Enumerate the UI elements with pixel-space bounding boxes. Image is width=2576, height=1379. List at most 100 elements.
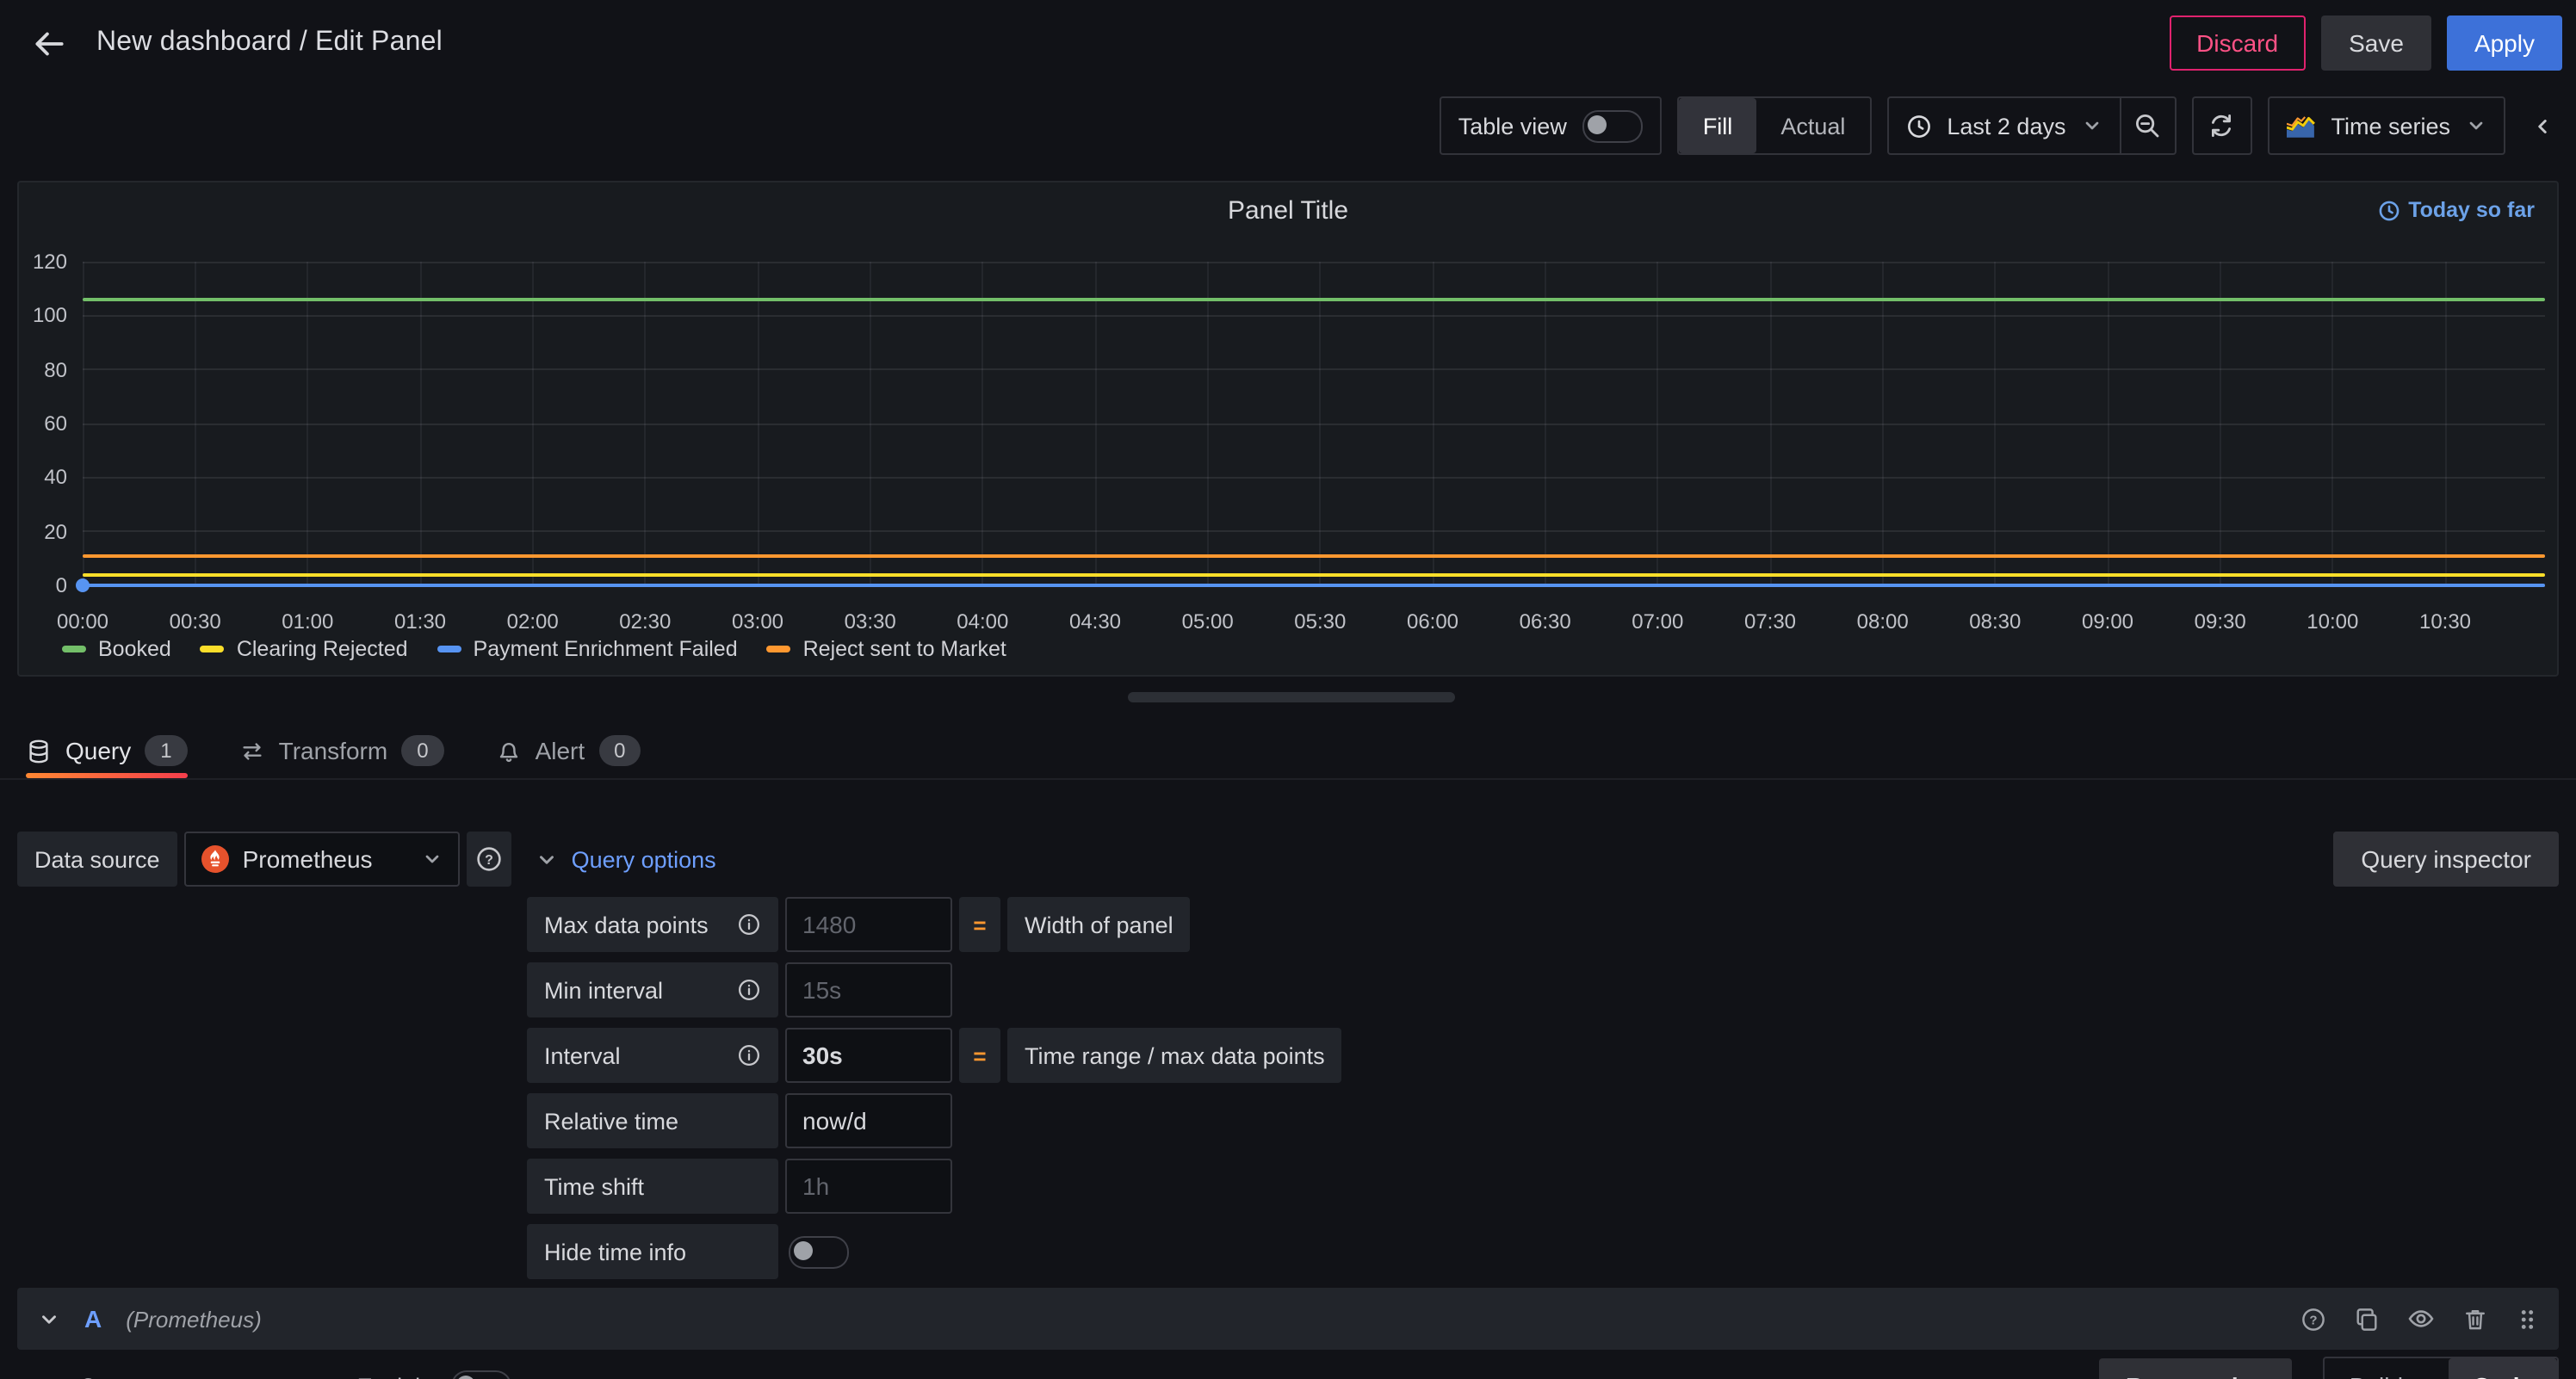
collapse-options-pane-button[interactable] bbox=[2521, 98, 2562, 153]
legend-item[interactable]: Reject sent to Market bbox=[767, 637, 1006, 661]
series-start-point bbox=[76, 578, 90, 592]
series-line-reject-sent-to-market bbox=[83, 554, 2545, 558]
chevron-down-icon[interactable] bbox=[38, 1308, 60, 1330]
chart-plot[interactable]: 02040608010012000:0000:3001:0001:3002:00… bbox=[83, 262, 2545, 585]
prometheus-logo-icon bbox=[201, 845, 229, 873]
refresh-group bbox=[2191, 96, 2251, 155]
x-axis-tick-label: 09:00 bbox=[2082, 609, 2133, 634]
x-axis-tick-label: 07:00 bbox=[1632, 609, 1683, 634]
gridline-x bbox=[195, 262, 196, 585]
tab-alert[interactable]: Alert 0 bbox=[496, 723, 641, 778]
y-axis-tick-label: 100 bbox=[33, 304, 67, 328]
x-axis-tick-label: 05:30 bbox=[1294, 609, 1346, 634]
legend-swatch-icon bbox=[62, 646, 86, 652]
time-override-link[interactable]: Today so far bbox=[2377, 198, 2535, 222]
active-tab-underline bbox=[26, 772, 188, 778]
topbar-actions: Discard Save Apply bbox=[2169, 15, 2562, 71]
data-source-value: Prometheus bbox=[243, 845, 408, 873]
interval-label-text: Interval bbox=[544, 1042, 621, 1068]
arrow-left-icon bbox=[30, 25, 66, 61]
chevron-down-icon bbox=[2466, 115, 2486, 136]
relative-time-row: Relative time bbox=[527, 1093, 1342, 1148]
legend-label: Clearing Rejected bbox=[237, 637, 408, 661]
page-title: New dashboard / Edit Panel bbox=[96, 28, 443, 59]
legend-swatch-icon bbox=[437, 646, 461, 652]
query-row-header[interactable]: A (Prometheus) ? bbox=[17, 1288, 2559, 1350]
x-axis-tick-label: 06:30 bbox=[1520, 609, 1571, 634]
gridline-y bbox=[83, 530, 2545, 532]
builder-option[interactable]: Builder bbox=[2325, 1358, 2449, 1379]
fill-option[interactable]: Fill bbox=[1679, 98, 1757, 153]
y-axis-tick-label: 120 bbox=[33, 250, 67, 274]
y-axis-tick-label: 60 bbox=[44, 411, 67, 436]
max-data-points-label-text: Max data points bbox=[544, 912, 709, 937]
code-option[interactable]: Code bbox=[2449, 1358, 2557, 1379]
time-range-button[interactable]: Last 2 days bbox=[1888, 98, 2119, 153]
interval-row: Interval = Time range / max data points bbox=[527, 1028, 1342, 1083]
zoom-out-icon bbox=[2133, 112, 2161, 139]
panel-title: Panel Title bbox=[1228, 195, 1348, 225]
time-override-label: Today so far bbox=[2408, 198, 2535, 222]
time-series-chart-icon bbox=[2286, 114, 2315, 137]
x-axis-tick-label: 06:00 bbox=[1407, 609, 1458, 634]
legend-item[interactable]: Clearing Rejected bbox=[201, 637, 408, 661]
query-inspector-button[interactable]: Query inspector bbox=[2333, 832, 2559, 887]
hide-time-info-row: Hide time info bbox=[527, 1224, 1342, 1279]
y-axis-tick-label: 0 bbox=[56, 573, 67, 597]
apply-button[interactable]: Apply bbox=[2447, 15, 2562, 71]
gridline-y bbox=[83, 261, 2545, 263]
run-queries-button[interactable]: Run queries bbox=[2098, 1358, 2293, 1379]
splitter-drag-handle[interactable] bbox=[1128, 692, 1455, 702]
query-ref-id: A bbox=[84, 1305, 102, 1333]
max-data-points-input[interactable] bbox=[785, 897, 952, 952]
x-axis-tick-label: 04:30 bbox=[1069, 609, 1121, 634]
panel-preview: Panel Title Today so far 020406080100120… bbox=[17, 181, 2559, 677]
actual-option[interactable]: Actual bbox=[1756, 98, 1869, 153]
query-patterns-button[interactable]: Query patterns bbox=[79, 1373, 275, 1379]
drag-handle-icon[interactable] bbox=[2516, 1306, 2538, 1332]
tab-alert-count: 0 bbox=[598, 735, 641, 767]
data-source-picker[interactable]: Prometheus bbox=[184, 832, 460, 887]
tab-transform[interactable]: Transform 0 bbox=[239, 723, 444, 778]
chevron-down-icon bbox=[254, 1376, 275, 1379]
info-circle-icon bbox=[737, 1043, 761, 1067]
gridline-x bbox=[2331, 262, 2333, 585]
data-source-help-button[interactable]: ? bbox=[467, 832, 511, 887]
min-interval-input[interactable] bbox=[785, 962, 952, 1017]
trash-icon[interactable] bbox=[2462, 1306, 2488, 1332]
eye-icon[interactable] bbox=[2407, 1305, 2435, 1333]
gridline-x bbox=[1882, 262, 1884, 585]
interval-input[interactable] bbox=[785, 1028, 952, 1083]
help-circle-icon[interactable]: ? bbox=[2300, 1306, 2326, 1332]
x-axis-tick-label: 05:00 bbox=[1182, 609, 1234, 634]
query-options-header[interactable]: Query options bbox=[536, 846, 716, 872]
x-axis-tick-label: 10:00 bbox=[2307, 609, 2358, 634]
copy-icon[interactable] bbox=[2354, 1306, 2380, 1332]
equals-operator: = bbox=[959, 1028, 1000, 1083]
relative-time-label: Relative time bbox=[527, 1093, 778, 1148]
gridline-y bbox=[83, 477, 2545, 479]
explain-toggle[interactable] bbox=[450, 1370, 511, 1379]
tab-transform-label: Transform bbox=[279, 737, 388, 764]
relative-time-input[interactable] bbox=[785, 1093, 952, 1148]
database-icon bbox=[26, 738, 52, 764]
x-axis-tick-label: 03:30 bbox=[845, 609, 896, 634]
save-button[interactable]: Save bbox=[2321, 15, 2431, 71]
time-shift-input[interactable] bbox=[785, 1159, 952, 1214]
table-view-toggle[interactable] bbox=[1582, 109, 1643, 142]
zoom-out-button[interactable] bbox=[2121, 98, 2174, 153]
hide-time-info-toggle[interactable] bbox=[789, 1235, 849, 1268]
series-line-payment-enrichment-failed bbox=[83, 584, 2545, 587]
visualization-picker[interactable]: Time series bbox=[2267, 96, 2505, 155]
time-range-label: Last 2 days bbox=[1947, 113, 2065, 139]
interval-desc: Time range / max data points bbox=[1007, 1028, 1342, 1083]
legend-item[interactable]: Payment Enrichment Failed bbox=[437, 637, 738, 661]
discard-button[interactable]: Discard bbox=[2169, 15, 2306, 71]
x-axis-tick-label: 08:30 bbox=[1969, 609, 2021, 634]
tab-query[interactable]: Query 1 bbox=[26, 723, 188, 778]
min-interval-label: Min interval bbox=[527, 962, 778, 1017]
legend-item[interactable]: Booked bbox=[62, 637, 171, 661]
refresh-button[interactable] bbox=[2195, 98, 2248, 153]
gridline-x bbox=[1319, 262, 1321, 585]
back-button[interactable] bbox=[24, 19, 72, 67]
